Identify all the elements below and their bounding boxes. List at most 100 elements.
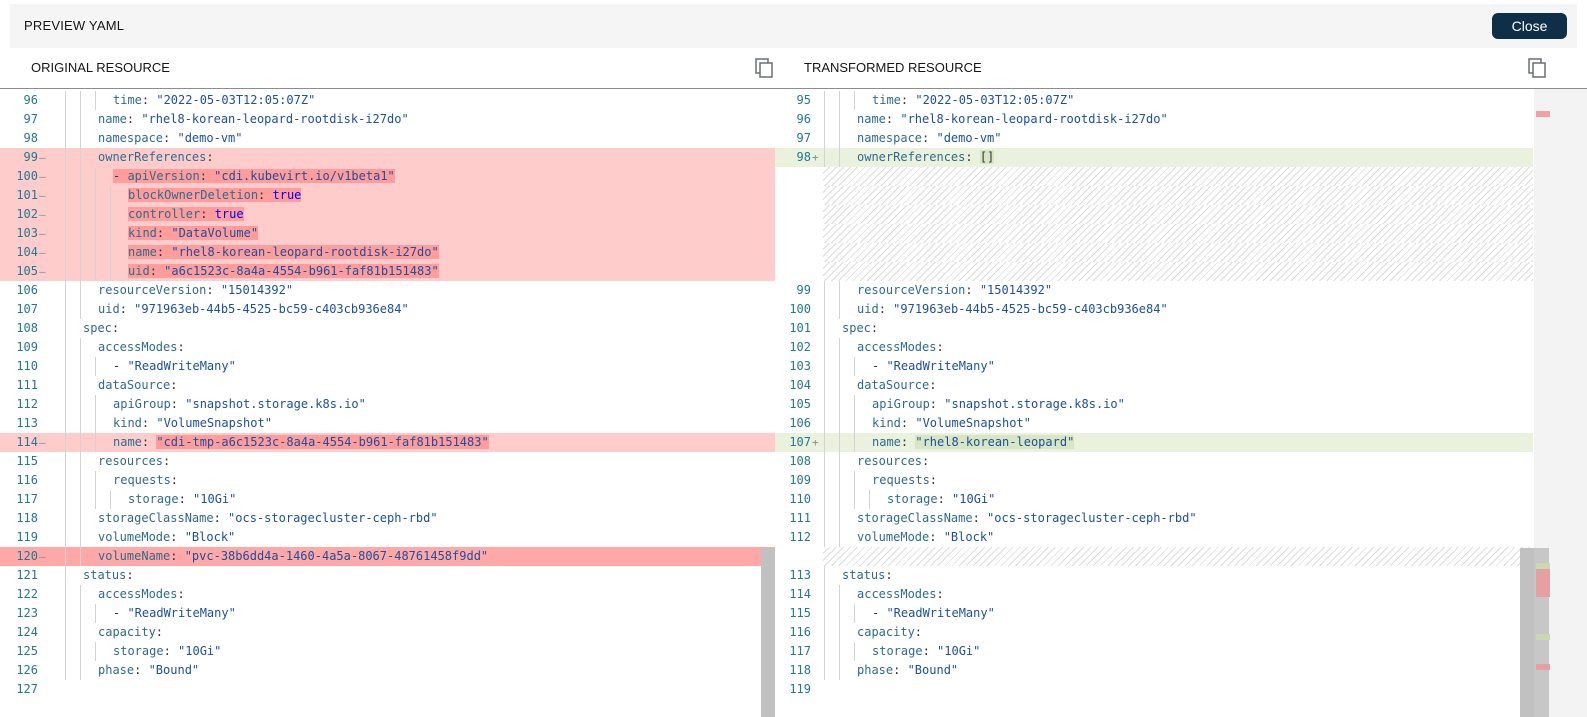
- code-token: "DataVolume": [171, 226, 259, 240]
- indent-guide: [65, 262, 66, 281]
- code-token: kind: [128, 226, 157, 240]
- overview-mark: [1536, 664, 1550, 670]
- code-line: 107 uid: "971963eb-44b5-4525-bc59-c403cb9…: [0, 300, 775, 319]
- indent-guide: [80, 262, 81, 281]
- indent-guide: [80, 509, 81, 528]
- diff-gap: [823, 167, 1533, 186]
- code-token: :: [965, 283, 980, 297]
- code-text: uid: "a6c1523c-8a4a-4554-b961-faf81b1514…: [128, 262, 439, 281]
- line-number: 110: [789, 492, 811, 506]
- indent-guide: [824, 110, 825, 129]
- code-text: resourceVersion: "15014392": [98, 281, 293, 300]
- code-token: accessModes: [857, 340, 937, 354]
- indent-guide: [839, 528, 840, 547]
- line-number: 99: [796, 283, 811, 297]
- code-token: :: [900, 93, 916, 107]
- indent-guide: [80, 452, 81, 471]
- code-line: 109 accessModes:: [0, 338, 775, 357]
- code-line: 95 time: "2022-05-03T12:05:07Z": [775, 91, 1533, 110]
- indent-guide: [65, 661, 66, 680]
- indent-guide: [95, 490, 96, 509]
- code-token: "ReadWriteMany": [886, 606, 995, 620]
- delete-marker: —: [39, 436, 46, 449]
- code-token: "Bound": [148, 663, 200, 677]
- indent-guide: [95, 433, 96, 452]
- indent-guide: [65, 604, 66, 623]
- code-line: 125 storage: "10Gi": [0, 642, 775, 661]
- indent-guide: [80, 661, 81, 680]
- indent-guide: [95, 224, 96, 243]
- code-token: status: [83, 568, 127, 582]
- code-text: namespace: "demo-vm": [98, 129, 243, 148]
- overview-ruler[interactable]: [1534, 89, 1587, 717]
- indent-guide: [65, 243, 66, 262]
- scrollbar[interactable]: [1520, 548, 1534, 717]
- code-token: accessModes: [857, 587, 937, 601]
- code-token: :: [206, 283, 221, 297]
- code-token: "demo-vm": [177, 131, 243, 145]
- code-text: kind: "VolumeSnapshot": [872, 414, 1031, 433]
- code-token: controller: [128, 207, 201, 221]
- overview-mark: [1536, 111, 1550, 117]
- overview-mark: [1536, 563, 1550, 569]
- line-number: 120: [16, 549, 38, 563]
- indent-guide: [839, 585, 840, 604]
- indent-guide: [65, 167, 66, 186]
- code-token: -: [113, 169, 128, 183]
- code-token: blockOwnerDeletion: [128, 188, 259, 202]
- indent-guide: [65, 376, 66, 395]
- code-text: capacity:: [98, 623, 163, 642]
- line-number: 107: [16, 302, 38, 316]
- code-token: :: [134, 663, 149, 677]
- code-line: 117 storage: "10Gi": [0, 490, 775, 509]
- code-token: :: [126, 112, 142, 126]
- code-line: 119: [775, 680, 1533, 699]
- code-line: 104 dataSource:: [775, 376, 1533, 395]
- code-text: name: "rhel8-korean-leopard-rootdisk-i27…: [128, 243, 439, 262]
- line-number: 105: [16, 264, 38, 278]
- indent-guide: [95, 205, 96, 224]
- indent-guide: [95, 604, 96, 623]
- code-text: status:: [83, 566, 134, 585]
- code-token: "demo-vm": [936, 131, 1002, 145]
- code-text: blockOwnerDeletion: true: [128, 186, 302, 205]
- indent-guide: [824, 376, 825, 395]
- indent-guide: [95, 243, 96, 262]
- copy-icon[interactable]: [1527, 57, 1549, 79]
- transformed-editor[interactable]: 95 time: "2022-05-03T12:05:07Z" 96 name: "r…: [775, 89, 1587, 717]
- delete-marker: —: [39, 189, 46, 202]
- code-token: :: [170, 530, 185, 544]
- code-token: :: [936, 587, 944, 601]
- code-line: 98 namespace: "demo-vm": [0, 129, 775, 148]
- code-text: accessModes:: [98, 338, 185, 357]
- code-line: 114 accessModes:: [775, 585, 1533, 604]
- code-line: 123 - "ReadWriteMany": [0, 604, 775, 623]
- code-line: 110 - "ReadWriteMany": [0, 357, 775, 376]
- line-number: 97: [23, 112, 38, 126]
- diff-gap: [823, 243, 1533, 262]
- indent-guide: [824, 91, 825, 110]
- indent-guide: [824, 490, 825, 509]
- code-line: 126 phase: "Bound": [0, 661, 775, 680]
- code-token: :: [156, 226, 172, 240]
- indent-guide: [95, 357, 96, 376]
- code-text: time: "2022-05-03T12:05:07Z": [113, 91, 315, 110]
- copy-icon[interactable]: [754, 57, 776, 79]
- original-editor[interactable]: 96 time: "2022-05-03T12:05:07Z" 97 name: "r…: [0, 89, 775, 717]
- indent-guide: [854, 471, 855, 490]
- line-number: 105: [789, 397, 811, 411]
- line-number: 98: [23, 131, 38, 145]
- scrollbar[interactable]: [761, 548, 775, 717]
- code-text: storage: "10Gi": [872, 642, 980, 661]
- code-text: - "ReadWriteMany": [872, 357, 995, 376]
- code-token: :: [937, 492, 953, 506]
- indent-guide: [110, 262, 111, 281]
- code-token: "ocs-storagecluster-ceph-rbd": [228, 511, 438, 525]
- code-text: namespace: "demo-vm": [857, 129, 1002, 148]
- code-text: storageClassName: "ocs-storagecluster-ce…: [98, 509, 438, 528]
- close-button[interactable]: Close: [1492, 13, 1567, 39]
- line-number: 96: [796, 112, 811, 126]
- code-token: uid: [98, 302, 120, 316]
- indent-guide: [110, 186, 111, 205]
- indent-guide: [80, 224, 81, 243]
